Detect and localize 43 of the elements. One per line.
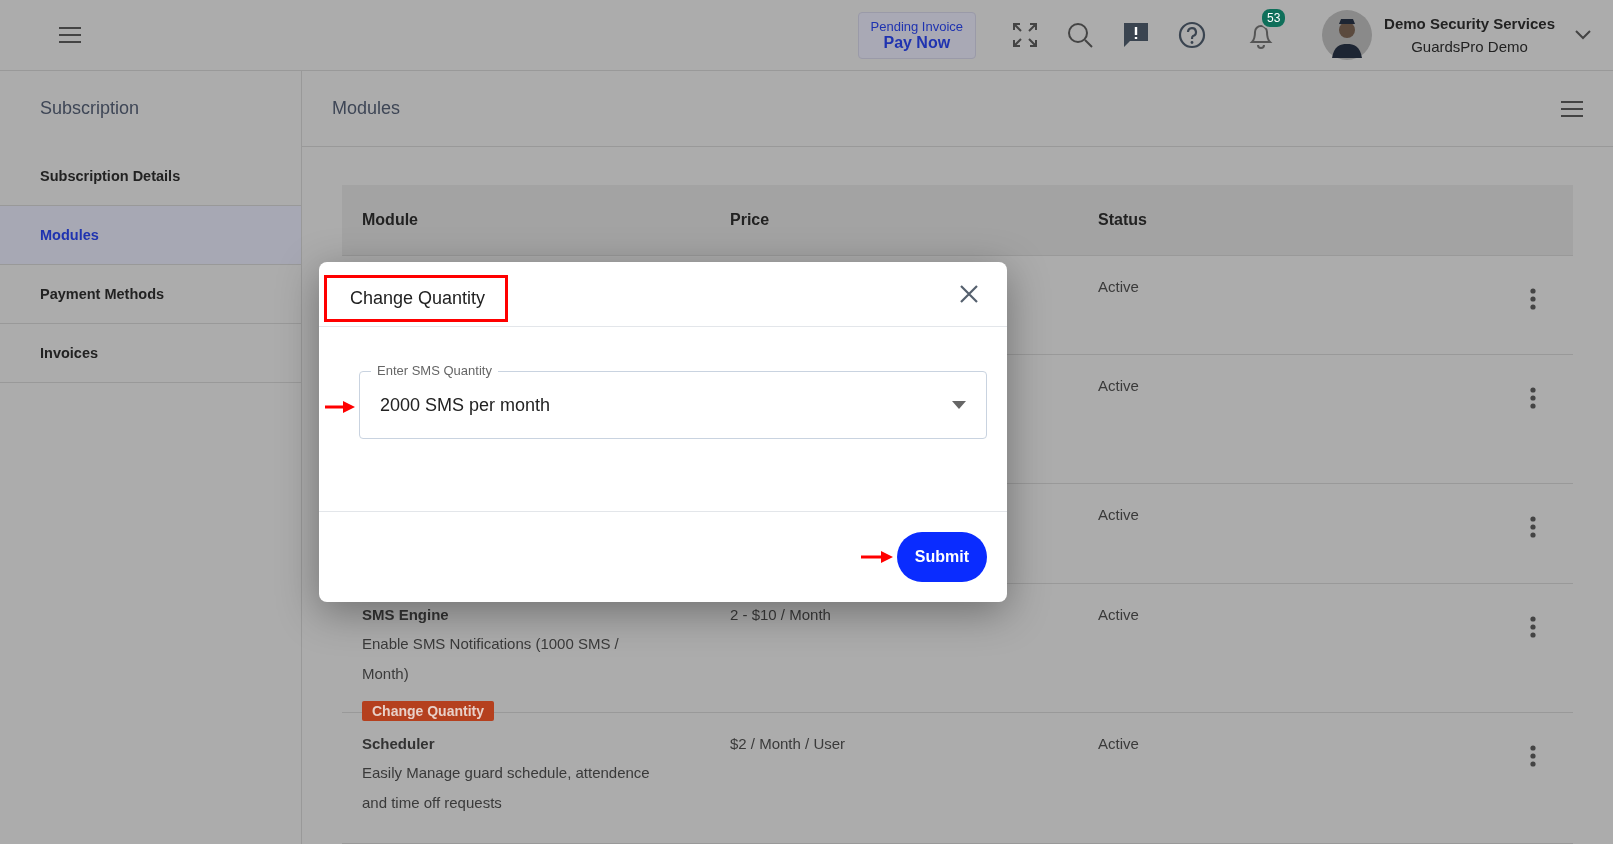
column-header: Status [1097,211,1148,229]
submit-button[interactable]: Submit [896,532,987,582]
more-options-icon[interactable] [1530,745,1536,767]
column-header: Module [361,211,419,229]
menu-icon[interactable] [58,26,82,44]
avatar-icon[interactable] [1322,10,1373,60]
expand-icon[interactable] [1012,22,1039,48]
help-icon[interactable] [1178,21,1207,49]
pointer-arrow-icon [860,551,893,563]
module-description: Easily Manage guard schedule, attendence and time off requests [362,763,651,813]
price-text: $2 / Month / User [730,735,846,752]
status-text: Active [1098,377,1139,394]
module-name: Scheduler [362,735,435,752]
change-quantity-button[interactable]: Change Quantity [362,701,494,721]
more-options-icon[interactable] [1530,516,1536,538]
notification-count: 53 [1260,7,1288,29]
status-text: Active [1098,506,1139,523]
dialog-title: Change Quantity [324,274,509,322]
more-options-icon[interactable] [1530,387,1536,409]
search-icon[interactable] [1066,21,1095,49]
pointer-arrow-icon [325,401,355,413]
module-description: Enable SMS Notifications (1000 SMS / Month) [362,634,620,684]
menu-icon[interactable] [1561,100,1583,117]
more-options-icon[interactable] [1530,616,1536,638]
panel-title: Modules [332,98,401,119]
sidebar-item[interactable]: Modules [0,206,301,265]
pay-now-button[interactable]: Pending Invoice Pay Now [857,11,977,59]
chevron-down-icon[interactable] [1575,30,1591,40]
column-header: Price [729,211,771,229]
close-icon[interactable] [959,284,979,304]
sidebar-item[interactable]: Invoices [0,324,301,383]
more-options-icon[interactable] [1530,288,1536,310]
module-name: SMS Engine [362,606,449,623]
price-text: 2 - $10 / Month [730,606,831,623]
dropdown-caret-icon [952,401,966,409]
user-name: Demo Security Services [1384,15,1555,32]
sidebar-title: Subscription [0,71,301,147]
sidebar-item[interactable]: Payment Methods [0,265,301,324]
status-text: Active [1098,735,1139,752]
company-name: GuardsPro Demo [1411,38,1528,55]
status-text: Active [1098,278,1139,295]
status-text: Active [1098,606,1139,623]
feedback-icon[interactable] [1122,21,1151,49]
